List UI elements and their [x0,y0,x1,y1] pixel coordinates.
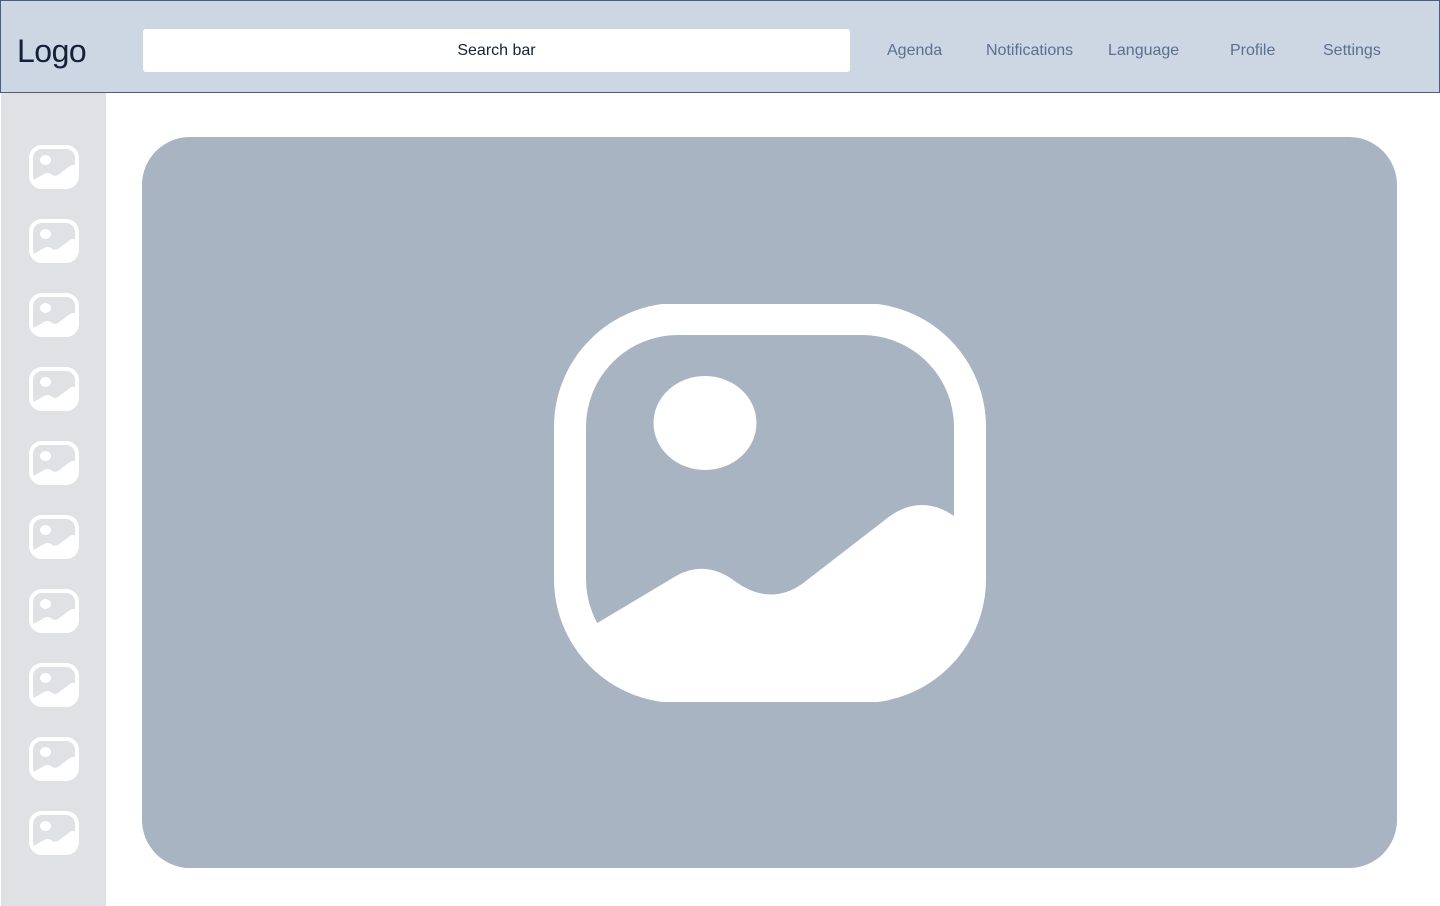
image-icon [29,589,79,633]
image-icon [29,811,79,855]
image-icon [29,737,79,781]
thumbnail-8[interactable] [28,662,80,708]
image-icon [29,515,79,559]
image-icon [29,145,79,189]
nav-agenda[interactable]: Agenda [887,39,942,63]
image-icon [29,663,79,707]
main-image-preview[interactable] [142,137,1397,868]
nav-settings[interactable]: Settings [1323,39,1381,63]
thumbnail-9[interactable] [28,736,80,782]
nav-profile[interactable]: Profile [1230,39,1275,63]
thumbnail-5[interactable] [28,440,80,486]
thumbnail-1[interactable] [28,144,80,190]
thumbnail-7[interactable] [28,588,80,634]
image-icon [29,441,79,485]
search-input[interactable] [143,29,850,72]
image-icon [29,367,79,411]
thumbnail-6[interactable] [28,514,80,560]
image-icon [29,219,79,263]
image-icon [29,293,79,337]
nav-notifications[interactable]: Notifications [986,39,1073,63]
thumbnail-4[interactable] [28,366,80,412]
nav-language[interactable]: Language [1108,39,1179,63]
thumbnail-10[interactable] [28,810,80,856]
thumbnail-3[interactable] [28,292,80,338]
logo[interactable]: Logo [17,31,87,71]
thumbnail-sidebar [1,93,106,906]
image-icon [554,304,986,702]
thumbnail-2[interactable] [28,218,80,264]
top-header: Logo Agenda Notifications Language Profi… [0,0,1440,93]
